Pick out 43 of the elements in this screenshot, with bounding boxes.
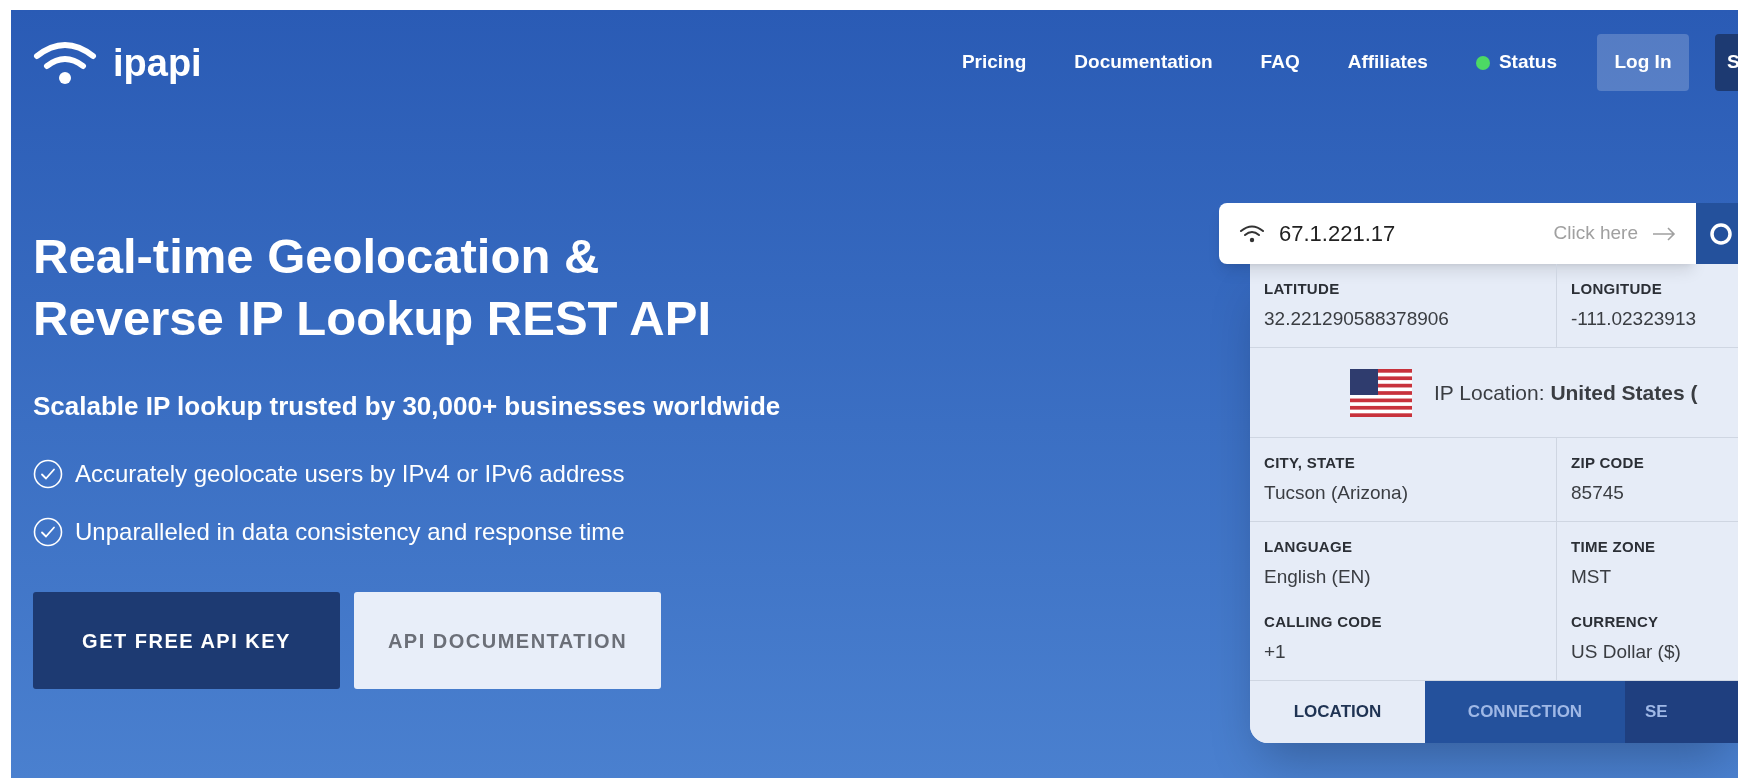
field-value: +1 — [1264, 639, 1287, 664]
ip-search-field[interactable]: 67.1.221.17 Click here — [1219, 203, 1696, 264]
field-label: LATITUDE — [1264, 279, 1341, 299]
feature-text: Accurately geolocate users by IPv4 or IPv6 address — [75, 459, 625, 489]
hero-title: Real-time Geolocation & Reverse IP Lookup REST API — [33, 228, 713, 347]
nav-link[interactable]: Affiliates — [1347, 48, 1428, 77]
nav-link[interactable]: Pricing — [961, 48, 1027, 77]
field-value: English (EN) — [1264, 564, 1372, 589]
tab[interactable]: CONNECTION — [1425, 681, 1625, 743]
logo-text[interactable]: ipapi — [113, 43, 202, 82]
field-value: US Dollar ($) — [1571, 639, 1682, 664]
field-label: TIME ZONE — [1571, 537, 1657, 557]
click-hint: Click here — [1553, 221, 1638, 246]
ip-location-text: IP Location: United States ( — [1434, 379, 1698, 406]
arrow-right-icon — [1652, 226, 1676, 241]
check-circle-icon — [33, 459, 63, 489]
documentation-button[interactable]: API DOCUMENTATION — [354, 592, 661, 689]
field-value: Tucson (Arizona) — [1264, 480, 1409, 505]
search-button[interactable] — [1696, 203, 1738, 264]
field-value: -111.02323913 — [1571, 306, 1698, 331]
field-value: MST — [1571, 564, 1613, 589]
feature-text: Unparalleled in data consistency and response time — [75, 517, 625, 547]
tab[interactable]: SE — [1625, 681, 1738, 743]
login-button[interactable]: Log In — [1597, 34, 1689, 91]
api-key-button[interactable]: GET FREE API KEY — [33, 592, 340, 689]
nav-link[interactable]: FAQ — [1260, 48, 1300, 77]
nav-link[interactable]: Documentation — [1074, 48, 1213, 77]
ip-value: 67.1.221.17 — [1279, 220, 1396, 248]
wifi-logo-icon — [33, 39, 97, 86]
field-label: LANGUAGE — [1264, 537, 1354, 557]
field-value: 32.221290588378906 — [1264, 306, 1450, 331]
check-circle-icon — [33, 517, 63, 547]
field-label: CITY, STATE — [1264, 453, 1357, 473]
hero-subtitle: Scalable IP lookup trusted by 30,000+ businesses worldwide — [33, 390, 782, 423]
flag-icon — [1350, 368, 1412, 417]
field-value: 85745 — [1571, 480, 1625, 505]
tab[interactable]: LOCATION — [1250, 681, 1425, 743]
field-label: CALLING CODE — [1264, 612, 1383, 632]
status-label[interactable]: Status — [1498, 48, 1557, 77]
field-label: CURRENCY — [1571, 612, 1660, 632]
wifi-icon — [1239, 223, 1265, 244]
field-label: ZIP CODE — [1571, 453, 1645, 473]
field-label: LONGITUDE — [1571, 279, 1664, 299]
